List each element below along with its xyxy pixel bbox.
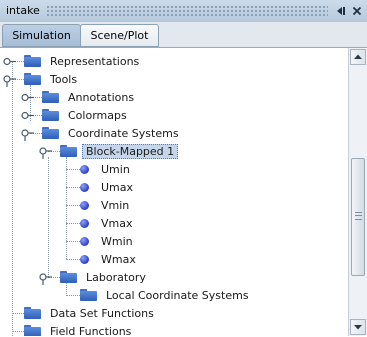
tree-line [66, 223, 80, 224]
tree-line [66, 205, 80, 206]
tree-node-colormaps[interactable]: Colormaps [42, 106, 127, 124]
object-tree: Representations Tools Annotations Colorm… [0, 48, 348, 336]
expand-toggle-icon[interactable] [21, 93, 34, 102]
tree-line [12, 331, 24, 332]
tree-line [12, 313, 24, 314]
tree-line [66, 169, 80, 170]
tree-line [66, 241, 80, 242]
scroll-up-button[interactable] [350, 49, 366, 65]
node-label: Umin [101, 162, 130, 176]
pin-icon[interactable] [334, 4, 348, 18]
tree-node-local-coordinate-systems[interactable]: Local Coordinate Systems [80, 286, 249, 304]
axis-bullet-icon [80, 182, 89, 192]
scrollbar-thumb[interactable] [351, 158, 365, 276]
tree-node-tools[interactable]: Tools [24, 70, 77, 88]
tree-node-wmin[interactable]: Wmin [80, 232, 133, 250]
tree-line [66, 259, 80, 260]
tab-bar: Simulation Scene/Plot [0, 22, 367, 48]
node-label: Tools [50, 72, 78, 86]
collapse-toggle-icon[interactable] [3, 75, 16, 87]
tree-node-laboratory[interactable]: Laboratory [60, 268, 146, 286]
collapse-toggle-icon[interactable] [21, 129, 34, 141]
tree-node-vmax[interactable]: Vmax [80, 214, 133, 232]
drag-grip[interactable] [46, 5, 328, 17]
node-label: Field Functions [50, 324, 132, 337]
axis-bullet-icon [80, 218, 89, 228]
folder-icon [24, 307, 41, 319]
tree-node-umin[interactable]: Umin [80, 160, 130, 178]
window-title-bar: intake [0, 0, 367, 23]
vertical-scrollbar[interactable] [348, 48, 367, 336]
node-label: Vmin [101, 198, 130, 212]
tree-line [66, 187, 80, 188]
folder-icon [80, 289, 97, 301]
folder-icon [24, 55, 41, 67]
node-label: Colormaps [68, 108, 127, 122]
tree-node-block-mapped-1[interactable]: Block-Mapped 1 [60, 142, 179, 160]
tree-line [66, 295, 80, 296]
chevron-down-icon [354, 325, 362, 330]
folder-icon [42, 109, 59, 121]
node-label: Laboratory [86, 270, 146, 284]
expand-toggle-icon[interactable] [21, 111, 34, 120]
close-icon[interactable] [350, 4, 364, 18]
node-label: Wmax [101, 252, 136, 266]
axis-bullet-icon [80, 164, 89, 174]
axis-bullet-icon [80, 254, 89, 264]
tab-simulation[interactable]: Simulation [2, 24, 81, 47]
window-title: intake [6, 4, 40, 17]
axis-bullet-icon [80, 200, 89, 210]
folder-icon [60, 271, 77, 283]
tree-node-vmin[interactable]: Vmin [80, 196, 129, 214]
node-label: Umax [101, 180, 134, 194]
tree-node-field-functions[interactable]: Field Functions [24, 322, 131, 336]
tree-node-data-set-functions[interactable]: Data Set Functions [24, 304, 154, 322]
node-label: Coordinate Systems [68, 126, 179, 140]
tree-line [48, 157, 49, 277]
collapse-toggle-icon[interactable] [39, 273, 52, 285]
scroll-down-button[interactable] [350, 319, 366, 335]
axis-bullet-icon [80, 236, 89, 246]
tree-node-wmax[interactable]: Wmax [80, 250, 136, 268]
node-label: Local Coordinate Systems [106, 288, 249, 302]
folder-icon [42, 127, 59, 139]
folder-icon [42, 91, 59, 103]
collapse-toggle-icon[interactable] [39, 147, 52, 159]
tab-scene-plot[interactable]: Scene/Plot [80, 24, 159, 47]
folder-icon [24, 325, 41, 336]
chevron-up-icon [354, 54, 362, 59]
thumb-grip-icon [355, 212, 362, 220]
node-label: Data Set Functions [50, 306, 154, 320]
tree-node-coordinate-systems[interactable]: Coordinate Systems [42, 124, 179, 142]
node-label: Wmin [101, 234, 133, 248]
tree-line [66, 157, 67, 259]
node-label: Annotations [68, 90, 135, 104]
node-label: Representations [50, 54, 140, 68]
node-label: Vmax [101, 216, 133, 230]
folder-icon [60, 145, 77, 157]
tree-node-annotations[interactable]: Annotations [42, 88, 134, 106]
tree-line [12, 79, 13, 336]
folder-icon [24, 73, 41, 85]
node-label-selected: Block-Mapped 1 [82, 143, 179, 159]
tree-node-representations[interactable]: Representations [24, 52, 139, 70]
tree-node-umax[interactable]: Umax [80, 178, 133, 196]
expand-toggle-icon[interactable] [3, 57, 16, 66]
